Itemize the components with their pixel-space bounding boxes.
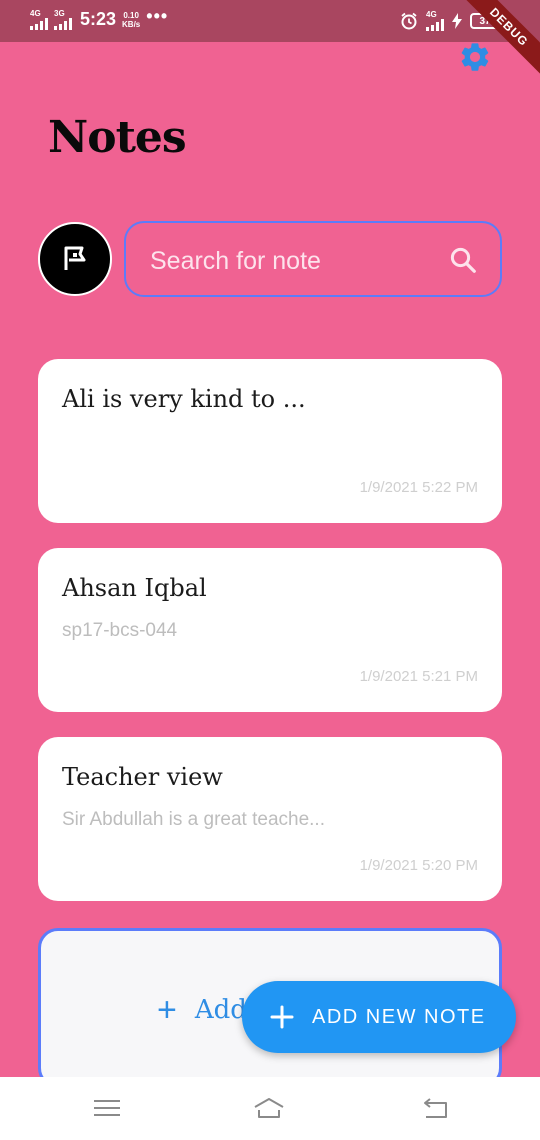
plus-icon: [270, 1005, 294, 1029]
more-notifications-icon: •••: [146, 6, 169, 26]
network-speed: 0.10 KB/s: [122, 10, 141, 29]
home-icon[interactable]: [252, 1093, 286, 1123]
search-bar: [124, 221, 502, 297]
note-date: 1/9/2021 5:20 PM: [359, 857, 478, 874]
avatar[interactable]: [38, 222, 112, 296]
signal-4g-right-icon: 4G: [426, 11, 444, 31]
system-nav-bar: [0, 1077, 540, 1140]
note-title: Teacher view: [62, 763, 223, 791]
charging-icon: [452, 13, 462, 29]
back-icon[interactable]: [418, 1093, 452, 1123]
note-card[interactable]: Ali is very kind to ... 1/9/2021 5:22 PM: [38, 359, 502, 523]
menu-icon[interactable]: [90, 1093, 124, 1123]
note-preview: sp17-bcs-044: [62, 620, 178, 641]
note-date: 1/9/2021 5:21 PM: [359, 668, 478, 685]
flag-icon: [64, 246, 86, 270]
page-title: Notes: [48, 112, 187, 163]
fab-label: ADD NEW NOTE: [312, 1005, 486, 1028]
note-date: 1/9/2021 5:22 PM: [359, 479, 478, 496]
plus-icon: +: [157, 991, 177, 1029]
note-title: Ali is very kind to ...: [62, 385, 306, 413]
gear-icon[interactable]: [458, 40, 492, 74]
add-card-label: Add: [194, 995, 247, 1025]
alarm-icon: [401, 12, 417, 30]
signal-4g-icon: 4G: [30, 9, 48, 30]
note-title: Ahsan Iqbal: [62, 574, 207, 602]
signal-3g-icon: 3G: [54, 9, 72, 30]
search-input[interactable]: [150, 243, 430, 279]
note-card[interactable]: Teacher view Sir Abdullah is a great tea…: [38, 737, 502, 901]
search-icon[interactable]: [448, 245, 478, 275]
add-new-note-button[interactable]: ADD NEW NOTE: [242, 981, 516, 1053]
status-bar: 4G 3G 5:23 0.10 KB/s ••• 4G 37: [0, 0, 540, 42]
status-time: 5:23: [80, 9, 117, 29]
note-card[interactable]: Ahsan Iqbal sp17-bcs-044 1/9/2021 5:21 P…: [38, 548, 502, 712]
note-preview: Sir Abdullah is a great teache...: [62, 809, 325, 830]
